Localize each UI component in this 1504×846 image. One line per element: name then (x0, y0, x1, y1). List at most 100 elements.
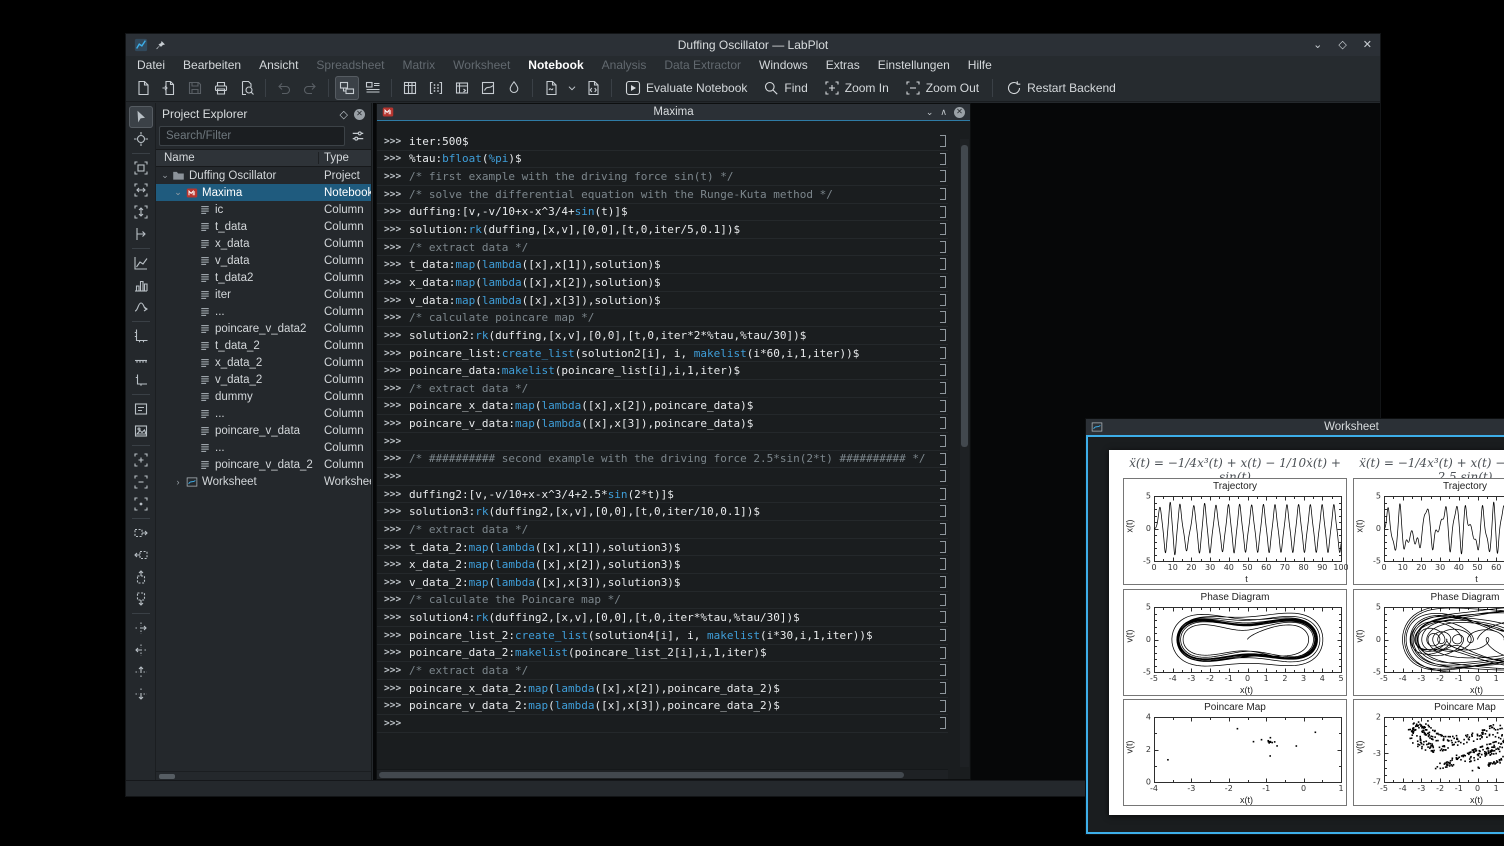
notebook-cell-31[interactable]: >>> /* extract data */ (377, 662, 948, 680)
notebook-cell-29[interactable]: >>> poincare_list_2:create_list(solution4… (377, 627, 948, 645)
tree-row-dummy[interactable]: dummy Column (156, 388, 371, 405)
notebook-cell-19[interactable]: >>> /* ########## second example with the… (377, 451, 948, 469)
subwindow-minimize-button[interactable]: ⌄ (926, 107, 934, 118)
notebook-cell-20[interactable]: >>> (377, 468, 948, 486)
axes-box-button[interactable] (129, 325, 153, 347)
notebook-cell-30[interactable]: >>> poincare_data_2:makelist(poincare_lis… (377, 645, 948, 663)
zoom-x-select-button[interactable] (129, 179, 153, 201)
nudge-down-button[interactable] (129, 683, 153, 705)
menu-windows[interactable]: Windows (750, 56, 817, 74)
menu-extras[interactable]: Extras (817, 56, 869, 74)
plot-poincare-2[interactable]: Poincare Map x(t) v(t) (1353, 699, 1504, 807)
tree-header[interactable]: Name Type (156, 149, 371, 167)
notebook-cell-21[interactable]: >>> duffing2:[v,-v/10+x-x^3/4+2.5*sin(2*t… (377, 486, 948, 504)
tree-row-poincare_v_data_2[interactable]: poincare_v_data_2 Column (156, 456, 371, 473)
image-frame-button[interactable] (129, 420, 153, 442)
menu-einstellungen[interactable]: Einstellungen (869, 56, 959, 74)
filter-options-icon[interactable] (348, 126, 368, 146)
column-header-type[interactable]: Type (319, 152, 371, 164)
plot-trajectory-1[interactable]: Trajectory t x(t) (1123, 478, 1348, 586)
notebook-cell-24[interactable]: >>> t_data_2:map(lambda([x],x[1]),solutio… (377, 539, 948, 557)
close-button[interactable]: ✕ (1363, 39, 1372, 51)
plot-phase-2[interactable]: Phase Diagram x(t) v(t) (1353, 588, 1504, 697)
zoom-select-button[interactable] (129, 157, 153, 179)
plot-xy-button[interactable] (129, 252, 153, 274)
notebook-cell-5[interactable]: >>> duffing:[v,-v/10+x-x^3/4+sin(t)]$ (377, 204, 948, 222)
close-panel-button[interactable]: ✕ (354, 108, 365, 120)
search-input[interactable] (159, 125, 345, 146)
maximize-button[interactable]: ◇ (1338, 39, 1346, 51)
cursor-line-button[interactable] (129, 223, 153, 245)
worksheet-canvas[interactable]: ẍ(t) = −1/4x³(t) + x(t) − 1/10ẋ(t) + sin… (1109, 450, 1504, 815)
tree-row-maxima[interactable]: ⌄ Maxima Notebook (156, 184, 371, 201)
notebook-cell-33[interactable]: >>> poincare_v_data_2:map(lambda([x],x[3]… (377, 698, 948, 716)
tree-row-t_data2[interactable]: t_data2 Column (156, 269, 371, 286)
tree-row-x_data_2[interactable]: x_data_2 Column (156, 354, 371, 371)
expander-icon[interactable]: › (172, 477, 184, 487)
plot-trajectory-2[interactable]: Trajectory t x(t) (1353, 478, 1504, 586)
tree-row-x_data[interactable]: x_data Column (156, 235, 371, 252)
document-open-button[interactable] (157, 76, 181, 100)
new-spreadsheet-button[interactable] (398, 76, 422, 100)
new-worksheet-button[interactable] (476, 76, 500, 100)
new-notebook-button[interactable] (539, 76, 563, 100)
project-explorer-toggle-button[interactable] (335, 75, 359, 100)
nudge-left-button[interactable] (129, 639, 153, 661)
menu-datei[interactable]: Datei (128, 56, 174, 74)
zoom-in-box-button[interactable] (129, 449, 153, 471)
notebook-cell-10[interactable]: >>> v_data:map(lambda([x],x[3]),solution)… (377, 292, 948, 310)
notebook-cell-12[interactable]: >>> solution2:rk(duffing,[x,v],[0,0],[t,0… (377, 327, 948, 345)
tree-row-v_data_2[interactable]: v_data_2 Column (156, 371, 371, 388)
notebook-cell-16[interactable]: >>> poincare_x_data:map(lambda([x],x[2]),… (377, 398, 948, 416)
zoom-in-button[interactable]: Zoom In (816, 76, 897, 100)
notebook-cell-17[interactable]: >>> poincare_v_data:map(lambda([x],x[3]),… (377, 415, 948, 433)
notebook-title-bar[interactable]: Maxima ⌄ ∧ ✕ (377, 104, 970, 120)
notebook-cell-13[interactable]: >>> poincare_list:create_list(solution2[i… (377, 345, 948, 363)
pin-icon[interactable] (155, 40, 166, 51)
tree-row-[interactable]: ... Column (156, 303, 371, 320)
notebook-cell-9[interactable]: >>> x_data:map(lambda([x],x[2]),solution)… (377, 274, 948, 292)
properties-explorer-toggle-button[interactable] (361, 76, 385, 100)
notebook-cell-15[interactable]: >>> /* extract data */ (377, 380, 948, 398)
plot-curve-button[interactable] (129, 296, 153, 318)
zoom-y-select-button[interactable] (129, 201, 153, 223)
tree-row-[interactable]: ... Column (156, 439, 371, 456)
notebook-cell-18[interactable]: >>> (377, 433, 948, 451)
plot-histogram-button[interactable] (129, 274, 153, 296)
zoom-fit-box-button[interactable] (129, 493, 153, 515)
print-preview-button[interactable] (235, 76, 259, 100)
plot-poincare-1[interactable]: Poincare Map x(t) v(t) (1123, 699, 1348, 807)
notebook-cell-4[interactable]: >>> /* solve the differential equation wi… (377, 186, 948, 204)
notebook-cell-7[interactable]: >>> /* extract data */ (377, 239, 948, 257)
notebook-cell-32[interactable]: >>> poincare_x_data_2:map(lambda([x],x[2]… (377, 680, 948, 698)
tree-row-poincare_v_data2[interactable]: poincare_v_data2 Column (156, 320, 371, 337)
evaluate-notebook-button[interactable]: Evaluate Notebook (617, 76, 755, 100)
float-panel-button[interactable]: ◇ (340, 108, 348, 121)
new-matrix-button[interactable] (424, 76, 448, 100)
color-theme-button[interactable] (502, 76, 526, 100)
notebook-cell-2[interactable]: >>> %tau:bfloat(%pi)$ (377, 151, 948, 169)
notebook-cell-26[interactable]: >>> v_data_2:map(lambda([x],x[3]),solutio… (377, 574, 948, 592)
text-frame-button[interactable] (129, 398, 153, 420)
restart-backend-button[interactable]: Restart Backend (998, 76, 1124, 100)
axes-corner-button[interactable] (129, 369, 153, 391)
tree-row-[interactable]: ... Column (156, 405, 371, 422)
plot-phase-1[interactable]: Phase Diagram x(t) v(t) (1123, 588, 1348, 697)
nudge-up-button[interactable] (129, 661, 153, 683)
notebook-vscrollbar[interactable] (960, 139, 969, 767)
chevron-down-button[interactable] (565, 76, 579, 100)
tree-row-poincare_v_data[interactable]: poincare_v_data Column (156, 422, 371, 439)
notebook-cell-14[interactable]: >>> poincare_data:makelist(poincare_list[… (377, 362, 948, 380)
tree-row-iter[interactable]: iter Column (156, 286, 371, 303)
menu-hilfe[interactable]: Hilfe (959, 56, 1001, 74)
column-header-name[interactable]: Name (156, 152, 319, 164)
shift-left-button[interactable] (129, 544, 153, 566)
notebook-hscrollbar[interactable] (377, 769, 948, 779)
notebook-cell-11[interactable]: >>> /* calculate poincare map */ (377, 309, 948, 328)
shift-down-button[interactable] (129, 588, 153, 610)
shift-right-button[interactable] (129, 522, 153, 544)
menu-ansicht[interactable]: Ansicht (250, 56, 307, 74)
tree-row-duffingoscillator[interactable]: ⌄ Duffing Oscillator Project (156, 167, 371, 184)
find-button[interactable]: Find (755, 76, 815, 100)
notebook-cell-28[interactable]: >>> solution4:rk(duffing2,[x,v],[0,0],[t,… (377, 609, 948, 627)
